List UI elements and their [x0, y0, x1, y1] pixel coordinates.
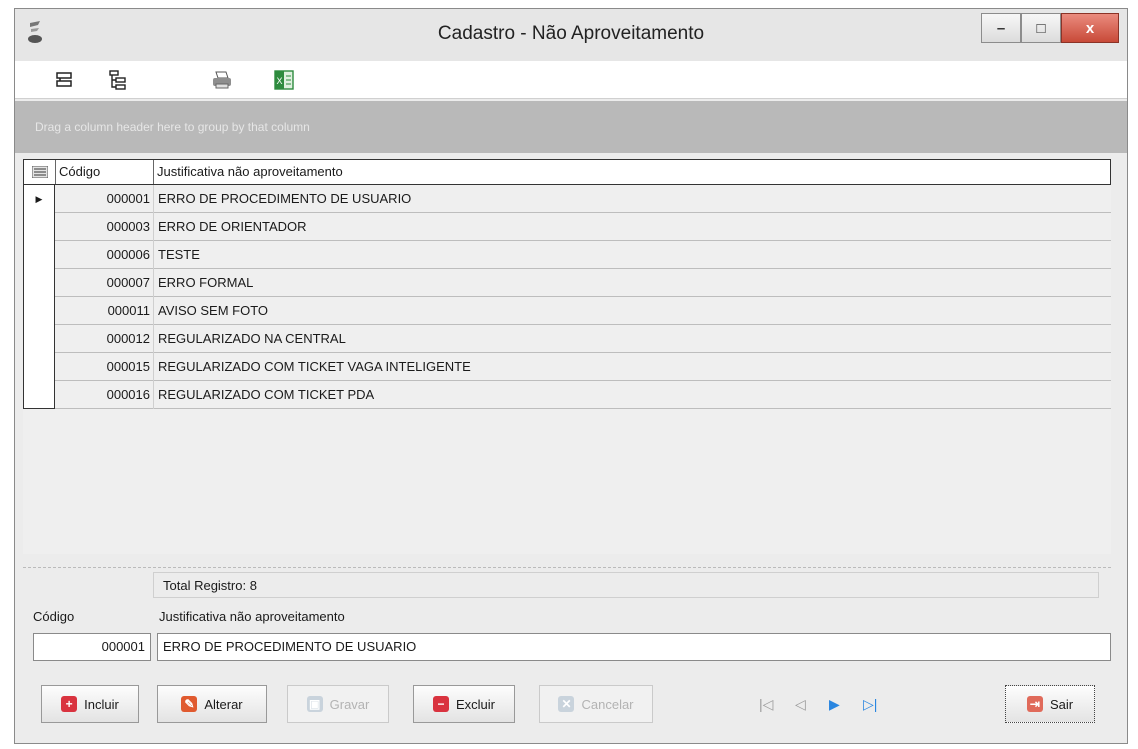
table-row[interactable]: ▶ 000001 ERRO DE PROCEDIMENTO DE USUARIO — [23, 185, 1111, 213]
grid-header: Código Justificativa não aproveitamento — [23, 159, 1111, 185]
sair-button[interactable]: ⇥ Sair — [1005, 685, 1095, 723]
delete-icon: − — [432, 696, 449, 712]
gravar-label: Gravar — [329, 696, 370, 712]
excluir-button[interactable]: − Excluir — [413, 685, 515, 723]
window-controls: – □ x — [981, 13, 1119, 43]
group-by-panel[interactable]: Drag a column header here to group by th… — [15, 101, 1127, 153]
cancelar-label: Cancelar — [581, 696, 634, 712]
action-bar: + Incluir ✎ Alterar ▣ Gravar − Excluir ✕… — [15, 685, 1127, 729]
minimize-button[interactable]: – — [981, 13, 1021, 43]
maximize-button[interactable]: □ — [1021, 13, 1061, 43]
row-justification: TESTE — [153, 241, 1111, 269]
save-icon: ▣ — [306, 696, 323, 712]
column-header-justification[interactable]: Justificativa não aproveitamento — [154, 160, 1110, 184]
table-row[interactable]: 000015 REGULARIZADO COM TICKET VAGA INTE… — [23, 353, 1111, 381]
svg-text:X: X — [276, 76, 282, 86]
previous-record-icon[interactable]: ◁ — [795, 696, 806, 713]
row-indicator — [23, 241, 55, 269]
row-justification: REGULARIZADO COM TICKET VAGA INTELIGENTE — [153, 353, 1111, 381]
group-by-hint: Drag a column header here to group by th… — [35, 120, 310, 134]
row-indicator — [23, 325, 55, 353]
row-code: 000003 — [106, 219, 150, 234]
row-code: 000012 — [106, 331, 150, 346]
row-code: 000011 — [107, 303, 150, 318]
table-row[interactable]: 000007 ERRO FORMAL — [23, 269, 1111, 297]
grid-footer: Total Registro: 8 — [23, 567, 1111, 599]
incluir-button[interactable]: + Incluir — [41, 685, 139, 723]
cancelar-button[interactable]: ✕ Cancelar — [539, 685, 653, 723]
current-row-arrow-icon: ▶ — [35, 193, 43, 204]
exit-icon: ⇥ — [1026, 696, 1043, 712]
code-label: Código — [33, 609, 75, 624]
footer-summary-box — [153, 572, 1099, 598]
row-code: 000006 — [106, 247, 150, 262]
print-icon[interactable] — [209, 67, 235, 93]
data-grid[interactable]: Código Justificativa não aproveitamento … — [23, 159, 1111, 598]
row-indicator — [23, 353, 55, 381]
sair-label: Sair — [1049, 696, 1074, 712]
group-rows-icon[interactable] — [51, 67, 77, 93]
table-row[interactable]: 000006 TESTE — [23, 241, 1111, 269]
table-row[interactable]: 000011 AVISO SEM FOTO — [23, 297, 1111, 325]
first-record-icon[interactable]: |◁ — [759, 696, 773, 713]
row-code: 000001 — [106, 191, 150, 206]
toolbar: X — [15, 61, 1127, 99]
gravar-button[interactable]: ▣ Gravar — [287, 685, 389, 723]
total-records: Total Registro: 8 — [163, 578, 257, 593]
table-row[interactable]: 000003 ERRO DE ORIENTADOR — [23, 213, 1111, 241]
row-indicator: ▶ — [23, 185, 55, 213]
row-indicator — [23, 213, 55, 241]
justification-field[interactable]: ERRO DE PROCEDIMENTO DE USUARIO — [157, 633, 1111, 661]
tree-view-icon[interactable] — [105, 67, 131, 93]
code-field[interactable]: 000001 — [33, 633, 151, 661]
excluir-label: Excluir — [455, 696, 495, 712]
row-indicator — [23, 297, 55, 325]
alterar-label: Alterar — [204, 696, 243, 712]
row-code: 000015 — [106, 359, 150, 374]
title-bar[interactable]: Cadastro - Não Aproveitamento – □ x — [15, 9, 1127, 61]
alterar-button[interactable]: ✎ Alterar — [157, 685, 267, 723]
row-justification: ERRO DE ORIENTADOR — [153, 213, 1111, 241]
grid-rows: ▶ 000001 ERRO DE PROCEDIMENTO DE USUARIO… — [23, 185, 1111, 409]
edit-icon: ✎ — [181, 696, 198, 712]
row-justification: REGULARIZADO COM TICKET PDA — [153, 381, 1111, 409]
excel-export-icon[interactable]: X — [271, 67, 297, 93]
row-indicator — [23, 269, 55, 297]
cancel-icon: ✕ — [558, 696, 575, 712]
row-code: 000016 — [106, 387, 150, 402]
justification-label: Justificativa não aproveitamento — [159, 609, 345, 624]
add-icon: + — [61, 696, 78, 712]
row-justification: REGULARIZADO NA CENTRAL — [153, 325, 1111, 353]
window: Cadastro - Não Aproveitamento – □ x X Dr… — [14, 8, 1128, 744]
row-code: 000007 — [106, 275, 150, 290]
table-row[interactable]: 000012 REGULARIZADO NA CENTRAL — [23, 325, 1111, 353]
row-justification: ERRO FORMAL — [153, 269, 1111, 297]
row-justification: AVISO SEM FOTO — [153, 297, 1111, 325]
window-title: Cadastro - Não Aproveitamento — [437, 23, 705, 44]
row-indicator — [23, 381, 55, 409]
last-record-icon[interactable]: ▷| — [863, 696, 877, 713]
next-record-icon[interactable]: ▶ — [829, 696, 840, 713]
column-chooser-icon[interactable] — [24, 160, 56, 184]
table-row[interactable]: 000016 REGULARIZADO COM TICKET PDA — [23, 381, 1111, 409]
incluir-label: Incluir — [84, 696, 119, 712]
close-button[interactable]: x — [1061, 13, 1119, 43]
row-justification: ERRO DE PROCEDIMENTO DE USUARIO — [153, 185, 1111, 213]
column-header-code[interactable]: Código — [56, 160, 154, 184]
